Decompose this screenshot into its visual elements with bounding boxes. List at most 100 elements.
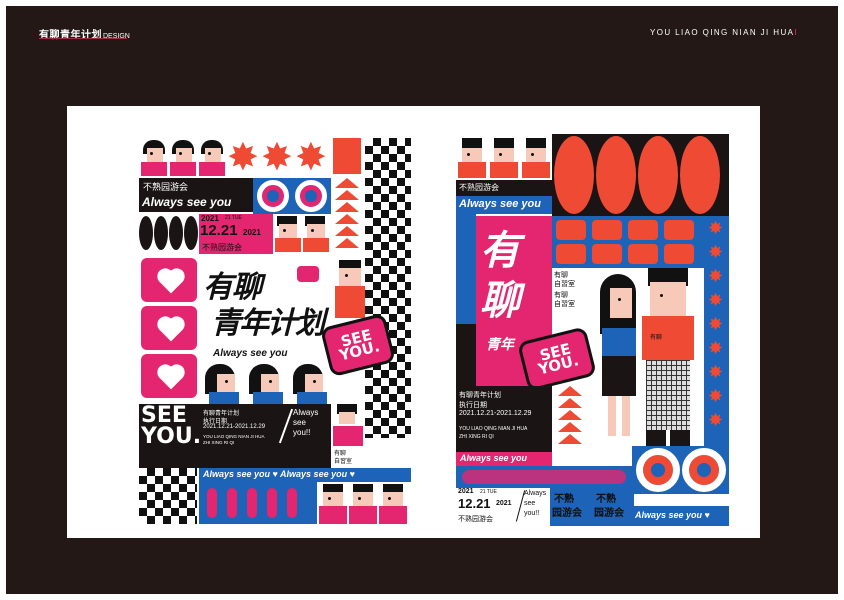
oval-panel	[552, 134, 729, 216]
see-you-text: SEE YOU.	[141, 403, 202, 449]
event-bar: 不熟园游会	[456, 180, 552, 196]
see-you-panel: SEE YOU. 有聊青年计划 执行日期 2021.12.21-2021.12.…	[139, 404, 331, 468]
sign-stack: 有聊 自習室 有聊 自習室	[552, 268, 592, 310]
sign-4: 自習室	[554, 300, 575, 308]
target-icon	[257, 180, 289, 212]
star-icon: ✸	[708, 314, 724, 335]
block-2a: 不熟	[596, 494, 616, 505]
bottom-tagline: Always see you ♥	[635, 510, 710, 520]
star-icon: ✸	[227, 138, 259, 179]
date-small: 2021	[458, 488, 474, 495]
tagline: Always see you	[459, 198, 541, 210]
triangle-shape	[335, 202, 359, 212]
big-title-2: 聊	[480, 278, 520, 324]
exec-date-label: 执行日期	[459, 401, 487, 409]
triangle-shape	[558, 422, 582, 432]
heart-icon	[159, 318, 183, 342]
triangle-shape	[335, 178, 359, 188]
bubble-text: SEE YOU.	[536, 339, 581, 379]
people-row-top	[456, 134, 552, 180]
tagline-2: Always see you	[213, 348, 288, 359]
star-column: ✸ ✸ ✸ ✸ ✸ ✸ ✸ ✸ ✸	[704, 216, 729, 446]
couple-illustration: 有聊	[592, 268, 704, 448]
always-word: Always	[524, 490, 547, 497]
heart-icon	[159, 270, 183, 294]
bubble-text: SEE YOU.	[337, 325, 382, 365]
oval-row	[139, 214, 199, 252]
header-pinyin-accent: I	[794, 28, 798, 37]
pinyin-1: YOU LIAO QING NIAN JI HUA	[459, 426, 528, 432]
mini-heart-column	[456, 214, 476, 324]
date-big: 12.21	[200, 222, 238, 239]
pattern-strip	[456, 466, 632, 488]
date-year: 2021	[243, 228, 261, 237]
event-name-2: 不熟园游会	[202, 243, 242, 252]
poster-right: 不熟园游会 Always see you 有 聊 青年 ✸ ✸ ✸ ✸ ✸ ✸ …	[456, 134, 729, 526]
block-1b: 园游会	[552, 508, 582, 519]
date-block: 2021 21 TUE 12.21 2021 不熟园游会	[199, 214, 273, 254]
triangle-shape	[335, 214, 359, 224]
big-title-3: 青年	[486, 337, 514, 353]
bottom-tagline-bar: Always see you ♥ Always see you ♥	[199, 468, 411, 482]
event-block-1: 不熟 园游会	[550, 488, 592, 526]
always-block: Always see you!!	[515, 488, 550, 526]
poster-left: ✸ ✸ ✸ 不熟园游会 Always see you 2021 21 TUE 1…	[139, 138, 411, 524]
artboard: ✸ ✸ ✸ 不熟园游会 Always see you 2021 21 TUE 1…	[67, 106, 760, 538]
date-day: 21 TUE	[480, 489, 497, 495]
event-block-2: 不熟 园游会	[592, 488, 634, 526]
tagline: Always see you	[142, 195, 232, 209]
star-icon: ✸	[708, 266, 724, 287]
presentation-frame: 有聊青年计划 DESIGN YOU LIAO QING NIAN JI HUAI	[6, 6, 838, 594]
sign-person: 有聊 自習室	[331, 404, 365, 468]
event-name: 不熟园游会	[459, 183, 499, 192]
target-icon	[295, 180, 327, 212]
tagline-bar: Always see you	[139, 194, 253, 212]
person-figure	[170, 140, 196, 176]
header-pinyin-text: YOU LIAO QING NIAN JI HUA	[650, 28, 795, 37]
title-line-2: 青年计划	[211, 306, 325, 341]
triangle-shape	[558, 386, 582, 396]
target-icon	[636, 448, 680, 492]
tagline-bar: Always see you	[456, 196, 552, 214]
triangle-stack	[552, 386, 592, 456]
target-panel	[632, 446, 729, 494]
people-pair	[273, 214, 331, 254]
star-row: ✸ ✸ ✸	[227, 138, 331, 178]
date-big: 12.21	[458, 496, 491, 511]
people-row-mid	[199, 362, 333, 404]
date-day: 21 TUE	[225, 215, 242, 221]
people-row-top	[139, 138, 227, 178]
heart-side	[456, 324, 476, 386]
event-name: 不熟园游会	[143, 183, 189, 193]
header-pinyin: YOU LIAO QING NIAN JI HUAI	[650, 28, 798, 37]
triangle-shape	[335, 190, 359, 200]
star-icon: ✸	[708, 290, 724, 311]
target-panel	[253, 178, 331, 214]
see-word: see	[524, 500, 536, 507]
triangle-shape	[335, 238, 359, 248]
project-panel: 有聊青年计划 执行日期 2021.12.21-2021.12.29 YOU LI…	[456, 386, 552, 454]
block-1a: 不熟	[554, 494, 574, 505]
red-block	[333, 138, 361, 174]
tagline-2: Always see you	[460, 453, 528, 463]
you-word: you!!	[293, 428, 311, 437]
chat-heart-grid	[552, 216, 704, 268]
sign-line-2: 自習室	[334, 458, 353, 465]
star-icon: ✸	[708, 410, 724, 431]
triangle-shape	[335, 226, 359, 236]
event-name-2: 不熟园游会	[458, 515, 493, 523]
pinyin-2: ZHI XING RI QI	[459, 434, 494, 440]
chat-heart-icon	[297, 266, 319, 282]
bottom-tagline-bar: Always see you ♥	[632, 506, 729, 526]
title-block: 有聊 青年计划	[201, 258, 335, 348]
star-icon: ✸	[295, 138, 327, 179]
event-bar: 不熟园游会	[139, 178, 253, 194]
star-icon: ✸	[708, 242, 724, 263]
triangle-shape	[558, 434, 582, 444]
pattern-block	[199, 482, 317, 524]
star-icon: ✸	[261, 138, 293, 179]
heart-column	[139, 256, 199, 404]
project-name: 有聊青年计划	[459, 391, 501, 399]
star-icon: ✸	[708, 362, 724, 383]
date-year: 2021	[496, 500, 512, 507]
